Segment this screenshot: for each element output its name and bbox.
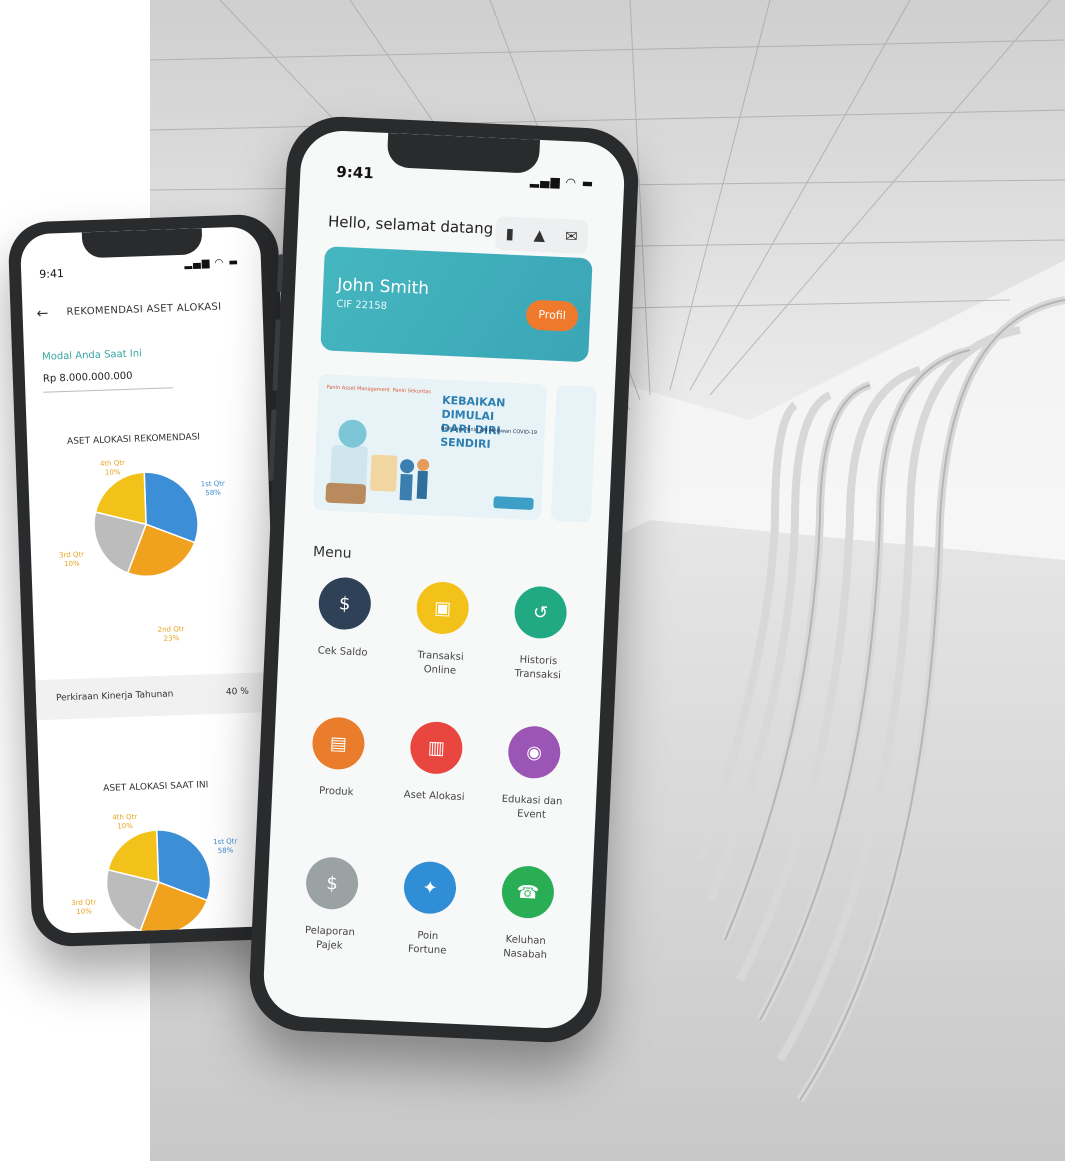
back-arrow-icon[interactable]: ← — [36, 306, 48, 322]
user-name: John Smith — [336, 274, 430, 300]
banner-logo-right: Panin Sekuritas — [392, 387, 432, 396]
menu-item-keluhan-nasabah[interactable]: ☎ Keluhan Nasabah — [477, 864, 577, 964]
headset-icon: ☎ — [500, 864, 556, 920]
menu-item-cek-saldo[interactable]: $ Cek Saldo — [294, 575, 394, 661]
chart-title-current: ASET ALOKASI SAAT INI — [103, 780, 209, 794]
promo-banner[interactable]: Panin Asset Management Panin Sekuritas K… — [313, 374, 547, 521]
pie2-label-3rd: 3rd Qtr 10% — [71, 898, 97, 916]
shopping-bag-icon: ▣ — [415, 580, 470, 636]
front-phone-screen: 9:41 ▂▄▆ ◠ ▬ Hello, selamat datang ▮ ▲ ✉… — [262, 129, 626, 1030]
menu-label: Transaksi Online — [417, 649, 464, 677]
mail-icon[interactable]: ✉ — [565, 227, 578, 246]
history-icon: ↺ — [513, 585, 568, 640]
back-phone-screen: 9:41 ▂▄▆ ◠ ▬ ← REKOMENDASI ASET ALOKASI … — [19, 226, 285, 935]
banner-logo-left: Panin Asset Management — [326, 384, 391, 394]
user-cif: CIF 22158 — [336, 298, 388, 313]
pie-label-3rd: 3rd Qtr 10% — [58, 550, 85, 569]
banner-headline: KEBAIKAN DIMULAI DARI DIRI SENDIRI — [439, 393, 506, 451]
menu-label: Keluhan Nasabah — [502, 934, 548, 962]
status-icons: ▂▄▆ ◠ ▬ — [184, 256, 240, 270]
menu-label: Pelaporan Pajek — [304, 925, 356, 952]
modal-value-field[interactable]: Rp 8.000.000.000 — [43, 371, 133, 385]
status-time: 9:41 — [39, 266, 65, 281]
menu-item-pelaporan-pajek[interactable]: $ Pelaporan Pajek — [281, 855, 381, 955]
allocation-pie-chart — [93, 471, 199, 578]
banner-illustration — [325, 419, 430, 505]
greeting: Hello, selamat datang — [327, 212, 494, 238]
phone-notch — [81, 228, 203, 259]
modal-label: Modal Anda Saat Ini — [41, 348, 143, 363]
menu-item-edukasi-event[interactable]: ◉ Edukasi dan Event — [483, 724, 583, 824]
wallet-icon: $ — [317, 576, 372, 631]
education-icon: ◉ — [507, 725, 562, 780]
pie2-label-1st: 1st Qtr 58% — [213, 837, 238, 855]
pie-label-4th: 4th Qtr 10% — [99, 458, 126, 477]
status-time: 9:41 — [335, 162, 375, 183]
award-icon: ✦ — [402, 860, 458, 915]
profile-button[interactable]: Profil — [525, 299, 579, 332]
menu-item-aset-alokasi[interactable]: ▥ Aset Alokasi — [386, 720, 486, 806]
menu-item-transaksi-online[interactable]: ▣ Transaksi Online — [392, 580, 492, 680]
input-underline — [43, 387, 174, 393]
performance-value: 40 % — [225, 686, 249, 698]
bell-icon[interactable]: ▲ — [533, 226, 545, 245]
current-allocation-pie-chart — [105, 829, 212, 935]
front-phone-mockup: 9:41 ▂▄▆ ◠ ▬ Hello, selamat datang ▮ ▲ ✉… — [247, 114, 641, 1045]
menu-title: Menu — [312, 544, 352, 562]
menu-label: Poin Fortune — [407, 930, 447, 957]
header-actions: ▮ ▲ ✉ — [495, 216, 589, 255]
promo-banner-next[interactable] — [550, 384, 597, 523]
menu-label: Produk — [318, 785, 354, 799]
phone-notch — [386, 133, 541, 174]
menu-label: Edukasi dan Event — [501, 793, 563, 821]
banner-cta-button[interactable] — [493, 496, 534, 510]
menu-item-poin-fortune[interactable]: ✦ Poin Fortune — [379, 860, 479, 960]
tax-report-icon: $ — [304, 856, 360, 911]
menu-label: Cek Saldo — [317, 645, 368, 659]
chart-title: ASET ALOKASI REKOMENDASI — [66, 432, 201, 447]
pie-label-2nd: 2nd Qtr 23% — [157, 625, 185, 643]
page-title: REKOMENDASI ASET ALOKASI — [66, 301, 222, 318]
chart-icon[interactable]: ▮ — [505, 224, 514, 242]
menu-label: Historis Transaksi — [514, 654, 562, 682]
mute-switch — [276, 254, 284, 293]
status-icons: ▂▄▆ ◠ ▬ — [529, 173, 595, 191]
menu-item-historis-transaksi[interactable]: ↺ Historis Transaksi — [489, 584, 589, 684]
pie2-label-4th: 4th Qtr 10% — [112, 812, 138, 831]
product-icon: ▤ — [311, 716, 366, 771]
menu-label: Aset Alokasi — [403, 789, 465, 804]
document-icon: ▥ — [409, 720, 464, 775]
profile-card: John Smith CIF 22158 Profil — [320, 246, 593, 363]
menu-item-produk[interactable]: ▤ Produk — [288, 715, 388, 801]
pie-label-1st: 1st Qtr 58% — [200, 479, 226, 498]
